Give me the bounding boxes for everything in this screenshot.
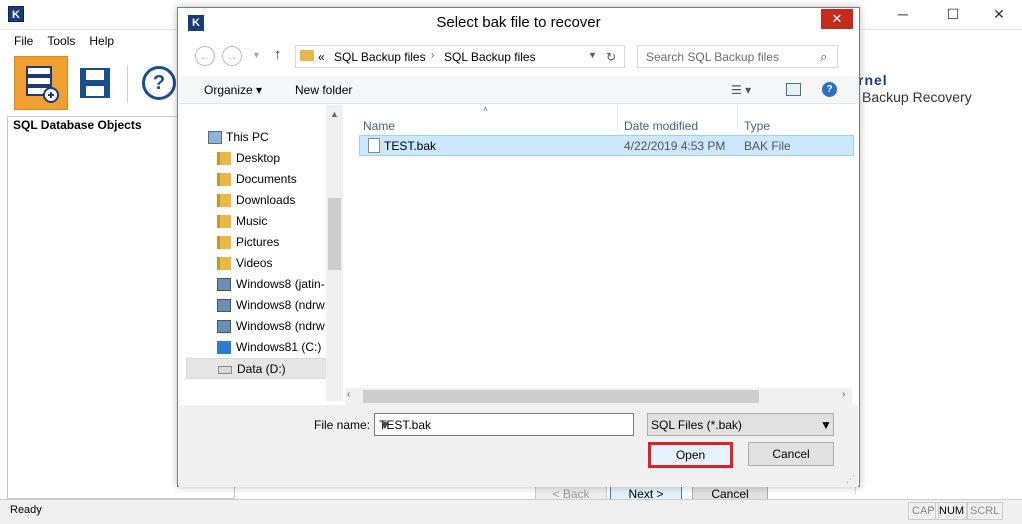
nav-item-music[interactable]: Music: [186, 211, 334, 232]
hard-drive-icon: [218, 366, 232, 374]
back-arrow-icon[interactable]: ←: [195, 46, 215, 66]
nav-item-videos[interactable]: Videos: [186, 253, 334, 274]
new-folder-button[interactable]: New folder: [295, 83, 352, 97]
folder-icon: [217, 257, 231, 270]
help-icon[interactable]: ?: [142, 66, 176, 100]
nav-item-desktop[interactable]: Desktop: [186, 148, 334, 169]
search-box[interactable]: Search SQL Backup files ⌕: [637, 45, 838, 68]
status-bar: [0, 499, 1022, 524]
recent-dropdown-icon[interactable]: ▼: [252, 50, 261, 60]
forward-arrow-icon[interactable]: →: [222, 46, 242, 66]
view-menu-icon[interactable]: ☰ ▾: [731, 83, 751, 97]
nav-item-network-drive[interactable]: Windows8 (ndrw: [186, 316, 334, 337]
folder-icon: [217, 215, 231, 228]
sort-ascending-icon: ˄: [483, 105, 488, 114]
database-add-icon[interactable]: [14, 56, 68, 110]
file-name-label: File name:: [314, 418, 371, 432]
folder-icon: [217, 152, 231, 165]
horizontal-scroll-thumb[interactable]: [363, 390, 759, 403]
file-type: BAK File: [744, 139, 791, 153]
network-drive-icon: [217, 320, 231, 333]
command-bar: Organize ▾ New folder ☰ ▾ ?: [179, 76, 858, 104]
network-drive-icon: [217, 299, 231, 312]
address-prefix: «: [318, 50, 325, 64]
windows-drive-icon: [217, 341, 231, 354]
menu-file[interactable]: File: [14, 34, 33, 48]
cancel-button[interactable]: Cancel: [748, 442, 834, 466]
file-row[interactable]: TEST.bak 4/22/2019 4:53 PM BAK File: [359, 135, 854, 156]
help-icon[interactable]: ?: [822, 82, 837, 97]
column-header-type[interactable]: Type: [744, 119, 770, 133]
column-header-name[interactable]: Name: [363, 119, 395, 133]
dialog-title: Select bak file to recover: [436, 14, 601, 31]
minimize-button[interactable]: ─: [880, 0, 926, 30]
brand-logo-text: rnel: [858, 72, 888, 88]
chevron-right-icon: ›: [431, 50, 435, 61]
organize-button[interactable]: Organize ▾: [204, 83, 262, 97]
network-drive-icon: [217, 278, 231, 291]
file-name-input[interactable]: TEST.bak ▼: [374, 413, 634, 436]
nav-item-network-drive[interactable]: Windows8 (ndrw: [186, 295, 334, 316]
brand-subtitle: Backup Recovery: [862, 89, 972, 105]
file-list: Name ˄ Date modified Type TEST.bak 4/22/…: [345, 105, 854, 405]
status-text: Ready: [10, 504, 42, 516]
address-bar[interactable]: « SQL Backup files › SQL Backup files ▼ …: [295, 45, 625, 68]
menu-tools[interactable]: Tools: [47, 34, 75, 48]
num-indicator: NUM: [935, 502, 969, 520]
file-type-value: SQL Files (*.bak): [651, 418, 742, 432]
open-button[interactable]: Open: [648, 442, 733, 468]
search-input[interactable]: Search SQL Backup files: [646, 50, 779, 64]
breadcrumb-item[interactable]: SQL Backup files: [444, 50, 536, 64]
resize-grip-icon[interactable]: ⋰: [846, 474, 855, 485]
menu-help[interactable]: Help: [89, 34, 114, 48]
folder-icon: [217, 236, 231, 249]
up-arrow-icon[interactable]: ↑: [274, 46, 282, 63]
maximize-button[interactable]: ☐: [930, 0, 976, 30]
folder-icon: [217, 194, 231, 207]
preview-pane-icon[interactable]: [786, 83, 801, 96]
chevron-down-icon[interactable]: ▼: [820, 418, 832, 432]
scroll-right-icon[interactable]: ›: [842, 389, 845, 400]
file-type-select[interactable]: SQL Files (*.bak) ▼: [647, 413, 834, 436]
column-separator[interactable]: [737, 105, 738, 130]
computer-icon: [208, 131, 222, 144]
close-app-button[interactable]: ✕: [976, 0, 1022, 30]
nav-item-documents[interactable]: Documents: [186, 169, 334, 190]
breadcrumb-item[interactable]: SQL Backup files: [334, 50, 426, 64]
nav-scroll-thumb[interactable]: [328, 198, 341, 270]
folder-icon: [217, 173, 231, 186]
scrl-indicator: SCRL: [966, 502, 1004, 520]
column-header-date[interactable]: Date modified: [624, 119, 698, 133]
file-name: TEST.bak: [384, 139, 437, 153]
nav-item-downloads[interactable]: Downloads: [186, 190, 334, 211]
left-panel-header: SQL Database Objects: [13, 118, 142, 132]
nav-item-drive-c[interactable]: Windows81 (C:): [186, 337, 334, 358]
nav-item-this-pc[interactable]: This PC: [186, 127, 334, 148]
app-logo: K: [8, 6, 24, 22]
right-panel: [855, 115, 1020, 495]
nav-item-pictures[interactable]: Pictures: [186, 232, 334, 253]
column-separator[interactable]: [617, 105, 618, 130]
refresh-icon[interactable]: ↻: [606, 50, 616, 64]
scroll-up-icon[interactable]: ▲: [330, 109, 339, 119]
chevron-down-icon[interactable]: ▼: [588, 50, 597, 60]
toolbar-separator: [127, 66, 128, 102]
navigation-pane: This PC Desktop Documents Downloads Musi…: [186, 105, 343, 401]
scroll-left-icon[interactable]: ‹: [347, 389, 350, 400]
nav-item-drive-d[interactable]: Data (D:): [186, 358, 334, 379]
file-icon: [368, 138, 380, 153]
open-file-dialog: K Select bak file to recover ✕ ← → ▼ ↑ «…: [177, 7, 860, 487]
folder-icon: [300, 50, 314, 61]
menu-bar: File Tools Help: [0, 34, 114, 52]
save-icon[interactable]: [78, 66, 112, 100]
file-date: 4/22/2019 4:53 PM: [624, 139, 726, 153]
dialog-close-button[interactable]: ✕: [821, 9, 853, 29]
search-icon[interactable]: ⌕: [820, 49, 827, 65]
chevron-down-icon[interactable]: ▼: [379, 418, 391, 432]
nav-item-network-drive[interactable]: Windows8 (jatin-: [186, 274, 334, 295]
